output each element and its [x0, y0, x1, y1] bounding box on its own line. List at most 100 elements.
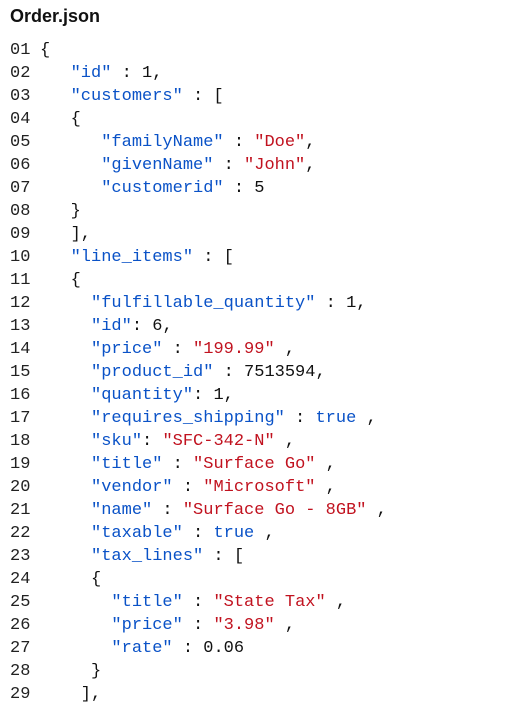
line-content: } [40, 660, 503, 683]
code-token: } [40, 662, 101, 681]
code-token: "tax_lines" [91, 547, 203, 566]
line-content: { [40, 568, 503, 591]
code-line: 06 "givenName" : "John", [10, 154, 503, 177]
code-line: 28 } [10, 660, 503, 683]
code-token: : [315, 294, 346, 313]
code-token: : [213, 363, 244, 382]
code-token: "199.99" [193, 340, 275, 359]
code-token: : [ [203, 547, 244, 566]
code-line: 12 "fulfillable_quantity" : 1, [10, 292, 503, 315]
code-token: 6 [152, 317, 162, 336]
code-token [40, 639, 111, 658]
line-content: "rate" : 0.06 [40, 637, 503, 660]
line-number: 27 [10, 637, 40, 660]
line-number: 14 [10, 338, 40, 361]
code-token: : [183, 593, 214, 612]
code-line: 24 { [10, 568, 503, 591]
line-number: 18 [10, 430, 40, 453]
line-content: "price" : "3.98" , [40, 614, 503, 637]
line-number: 11 [10, 269, 40, 292]
code-token: 1 [142, 64, 152, 83]
code-token: "Surface Go" [193, 455, 315, 474]
code-token: 7513594 [244, 363, 315, 382]
code-token: , [356, 409, 376, 428]
line-number: 04 [10, 108, 40, 131]
line-number: 17 [10, 407, 40, 430]
code-line: 01{ [10, 39, 503, 62]
code-line: 17 "requires_shipping" : true , [10, 407, 503, 430]
code-token: : [162, 455, 193, 474]
code-line: 29 ], [10, 683, 503, 706]
code-document: Order.json 01{02 "id" : 1,03 "customers"… [0, 0, 513, 713]
line-number: 02 [10, 62, 40, 85]
code-token: : [193, 386, 213, 405]
code-token: "price" [111, 616, 182, 635]
line-content: "id" : 1, [40, 62, 503, 85]
line-content: { [40, 269, 503, 292]
line-content: "line_items" : [ [40, 246, 503, 269]
code-line: 21 "name" : "Surface Go - 8GB" , [10, 499, 503, 522]
line-content: "title" : "State Tax" , [40, 591, 503, 614]
code-token: : [111, 64, 142, 83]
code-line: 11 { [10, 269, 503, 292]
code-token [40, 432, 91, 451]
code-line: 03 "customers" : [ [10, 85, 503, 108]
line-number: 21 [10, 499, 40, 522]
code-token: : [142, 432, 162, 451]
code-token: : [ [193, 248, 234, 267]
line-content: "customerid" : 5 [40, 177, 503, 200]
code-line: 22 "taxable" : true , [10, 522, 503, 545]
code-line: 07 "customerid" : 5 [10, 177, 503, 200]
code-line: 05 "familyName" : "Doe", [10, 131, 503, 154]
code-line: 16 "quantity": 1, [10, 384, 503, 407]
code-token: , [162, 317, 172, 336]
code-line: 27 "rate" : 0.06 [10, 637, 503, 660]
line-number: 10 [10, 246, 40, 269]
code-token: { [40, 110, 81, 129]
code-token [40, 133, 101, 152]
code-token [40, 340, 91, 359]
code-token: , [254, 524, 274, 543]
line-number: 19 [10, 453, 40, 476]
line-content: "product_id" : 7513594, [40, 361, 503, 384]
line-number: 23 [10, 545, 40, 568]
code-token: , [366, 501, 386, 520]
code-token: , [326, 593, 346, 612]
code-token: : [213, 156, 244, 175]
code-token: 1 [346, 294, 356, 313]
code-token: : [152, 501, 183, 520]
code-line: 13 "id": 6, [10, 315, 503, 338]
line-content: "requires_shipping" : true , [40, 407, 503, 430]
line-content: { [40, 108, 503, 131]
code-token [40, 593, 111, 612]
code-token: "Surface Go - 8GB" [183, 501, 367, 520]
line-number: 29 [10, 683, 40, 706]
code-token [40, 64, 71, 83]
code-token: "rate" [111, 639, 172, 658]
code-token: , [152, 64, 162, 83]
code-line: 26 "price" : "3.98" , [10, 614, 503, 637]
line-number: 20 [10, 476, 40, 499]
code-token: { [40, 570, 101, 589]
line-content: "vendor" : "Microsoft" , [40, 476, 503, 499]
code-token: : [ [183, 87, 224, 106]
code-token [40, 294, 91, 313]
line-content: "id": 6, [40, 315, 503, 338]
line-number: 03 [10, 85, 40, 108]
line-content: "taxable" : true , [40, 522, 503, 545]
code-line: 09 ], [10, 223, 503, 246]
code-token [40, 409, 91, 428]
line-number: 08 [10, 200, 40, 223]
code-line: 04 { [10, 108, 503, 131]
code-token: "title" [91, 455, 162, 474]
code-token: 0.06 [203, 639, 244, 658]
code-token: , [315, 363, 325, 382]
line-content: { [40, 39, 503, 62]
code-token: : [224, 179, 255, 198]
code-token: "price" [91, 340, 162, 359]
code-token [40, 455, 91, 474]
line-content: "sku": "SFC-342-N" , [40, 430, 503, 453]
code-token: } [40, 202, 81, 221]
code-token: , [356, 294, 366, 313]
line-content: "familyName" : "Doe", [40, 131, 503, 154]
